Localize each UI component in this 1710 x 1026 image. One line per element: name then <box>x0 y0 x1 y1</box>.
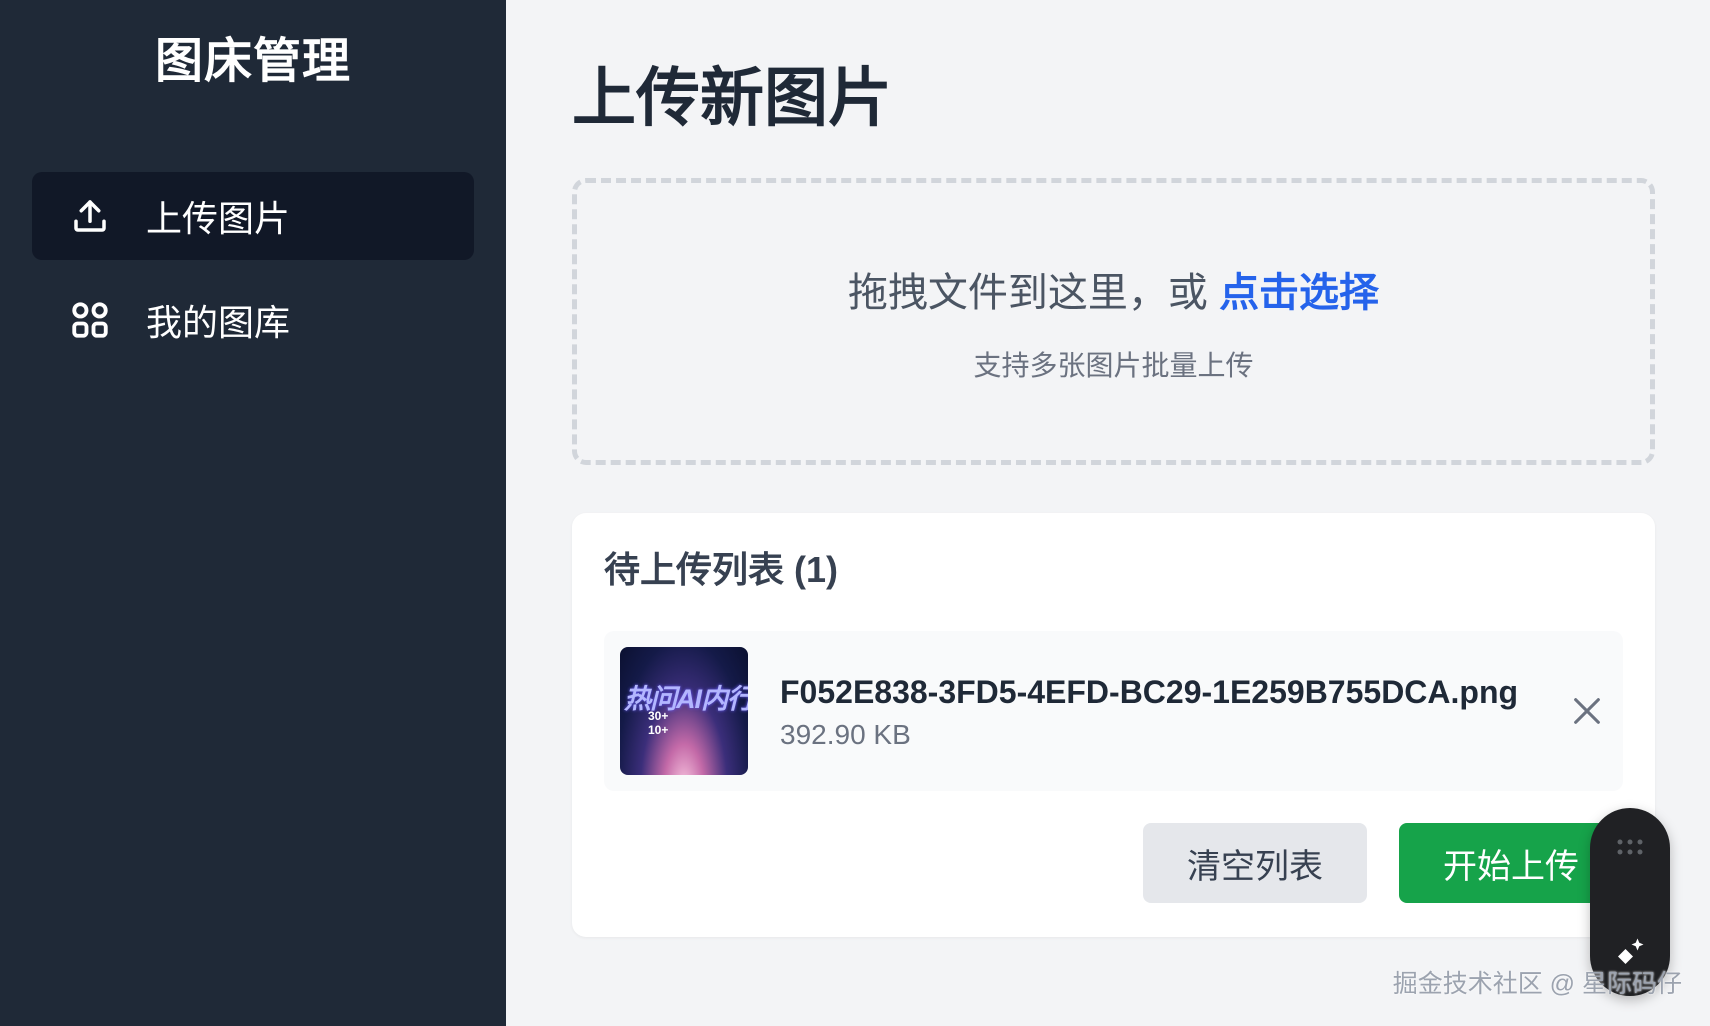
queue-title: 待上传列表 (1) <box>604 549 839 590</box>
upload-queue-card: 待上传列表 (1) 热问AI内行人 30+ 10+ F052E838-3FD5-… <box>572 513 1655 937</box>
file-dropzone[interactable]: 拖拽文件到这里，或 点击选择 支持多张图片批量上传 <box>572 178 1655 465</box>
file-thumbnail: 热问AI内行人 30+ 10+ <box>620 647 748 775</box>
file-name: F052E838-3FD5-4EFD-BC29-1E259B755DCA.png <box>780 674 1519 710</box>
grid-icon <box>68 298 112 342</box>
page-title: 上传新图片 <box>572 62 892 134</box>
main-content: 上传新图片 拖拽文件到这里，或 点击选择 支持多张图片批量上传 待上传列表 (1… <box>506 0 1710 1026</box>
sidebar-item-label: 上传图片 <box>146 198 291 239</box>
close-icon <box>1574 698 1600 724</box>
file-size: 392.90 KB <box>780 719 911 750</box>
dropzone-hint: 支持多张图片批量上传 <box>973 349 1254 381</box>
sidebar-item-label: 我的图库 <box>146 302 291 343</box>
sidebar-brand: 图床管理 <box>154 35 351 88</box>
queue-actions: 清空列表 开始上传 <box>604 823 1623 903</box>
thumbnail-text: 30+ <box>648 709 669 723</box>
clear-list-button[interactable]: 清空列表 <box>1143 823 1367 903</box>
upload-icon <box>68 194 112 238</box>
dropzone-instruction: 拖拽文件到这里，或 <box>847 270 1208 315</box>
drag-handle-icon[interactable] <box>1616 838 1644 856</box>
remove-file-button[interactable] <box>1567 691 1607 731</box>
select-file-link[interactable]: 点击选择 <box>1219 271 1379 315</box>
thumbnail-text: 热问AI内行人 <box>624 684 748 714</box>
file-info: F052E838-3FD5-4EFD-BC29-1E259B755DCA.png… <box>780 671 1567 751</box>
watermark: 掘金技术社区 @ 星际码仔 <box>1392 970 1682 998</box>
sidebar-item-gallery[interactable]: 我的图库 <box>32 276 474 364</box>
queue-file-item: 热问AI内行人 30+ 10+ F052E838-3FD5-4EFD-BC29-… <box>604 631 1623 791</box>
sidebar-item-upload[interactable]: 上传图片 <box>32 172 474 260</box>
dropzone-text: 拖拽文件到这里，或 点击选择 <box>848 260 1379 318</box>
thumbnail-text: 10+ <box>648 723 669 737</box>
sidebar: 图床管理 上传图片 我的图库 <box>0 0 506 1026</box>
app-root: 图床管理 上传图片 我的图库 上传新图片 拖拽文件到这里，或 点击选择 支持多张… <box>0 0 1710 1026</box>
